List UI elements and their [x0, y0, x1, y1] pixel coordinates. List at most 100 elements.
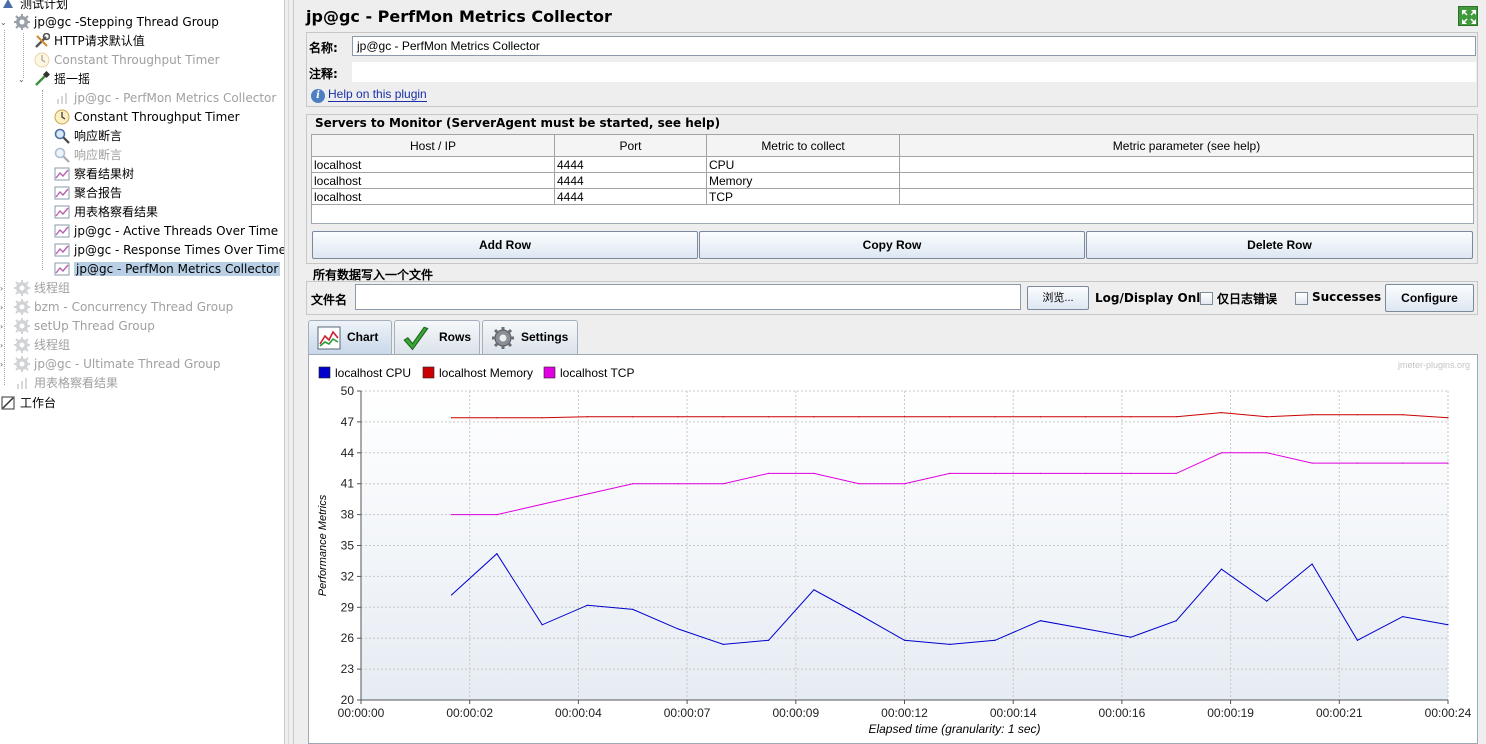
data-point [1266, 600, 1268, 602]
y-tick-label: 47 [341, 415, 355, 429]
comment-field[interactable] [352, 62, 1476, 82]
copy-row-button[interactable]: Copy Row [699, 231, 1085, 259]
test-plan-tree[interactable]: 测试计划 jp@gc -Stepping Thread Group ⌄ HTTP请求默… [0, 0, 284, 744]
tree-item[interactable]: jp@gc -Stepping Thread Group [14, 13, 219, 32]
metric-cell[interactable]: TCP [706, 188, 900, 205]
tree-expander-icon[interactable]: › [0, 361, 8, 369]
tree-item[interactable]: 聚合报告 [54, 184, 122, 203]
help-link[interactable]: Help on this plugin [328, 87, 427, 102]
legend-label: localhost Memory [439, 366, 533, 380]
host-cell[interactable]: localhost [311, 188, 555, 205]
metric-cell[interactable]: Memory [706, 172, 900, 189]
table-row[interactable]: localhost 4444 Memory [311, 172, 1474, 189]
column-header[interactable]: Port [554, 134, 707, 157]
data-point [496, 553, 498, 555]
host-cell[interactable]: localhost [311, 156, 555, 173]
port-cell[interactable]: 4444 [554, 172, 707, 189]
listener-icon [54, 223, 70, 239]
parameter-cell[interactable] [899, 172, 1474, 189]
tree-item-label: 线程组 [34, 338, 71, 352]
table-row[interactable]: localhost 4444 TCP [311, 188, 1474, 205]
tab-settings[interactable]: Settings [482, 320, 578, 354]
metric-cell[interactable]: CPU [706, 156, 900, 173]
name-field[interactable]: jp@gc - PerfMon Metrics Collector [352, 36, 1476, 56]
port-cell[interactable]: 4444 [554, 188, 707, 205]
data-point [813, 472, 815, 474]
tree-item-label: jp@gc - PerfMon Metrics Collector [74, 262, 281, 276]
data-point [1175, 472, 1177, 474]
tab-rows[interactable]: Rows [394, 320, 480, 354]
successes-label[interactable]: Successes [1312, 290, 1381, 304]
listener-icon [54, 261, 70, 277]
successes-checkbox[interactable] [1295, 292, 1308, 305]
tree-item[interactable]: 测试计划 [0, 0, 68, 14]
data-point [1402, 414, 1404, 416]
tree-item[interactable]: Constant Throughput Timer [34, 51, 220, 70]
tree-item[interactable]: jp@gc - Ultimate Thread Group [14, 355, 221, 374]
host-cell[interactable]: localhost [311, 172, 555, 189]
filename-input[interactable] [355, 284, 1021, 310]
browse-button[interactable]: 浏览... [1027, 286, 1089, 310]
tree-expander-icon[interactable]: › [0, 323, 8, 331]
tree-item[interactable]: jp@gc - PerfMon Metrics Collector [54, 89, 276, 108]
data-point [586, 493, 589, 495]
tree-item[interactable]: jp@gc - PerfMon Metrics Collector [54, 260, 281, 279]
tree-expander-icon[interactable]: › [0, 304, 8, 312]
tree-expander-icon[interactable]: › [0, 342, 8, 350]
tree-item[interactable]: bzm - Concurrency Thread Group [14, 298, 233, 317]
timer-icon [54, 109, 70, 125]
data-point [1447, 417, 1449, 419]
x-tick-label: 00:00:24 [1425, 706, 1472, 720]
configure-button[interactable]: Configure [1385, 284, 1474, 312]
legend-label: localhost TCP [560, 366, 634, 380]
listener-icon [54, 166, 70, 182]
column-header[interactable]: Metric parameter (see help) [899, 134, 1474, 157]
gear-icon [14, 13, 30, 30]
tree-item[interactable]: jp@gc - Active Threads Over Time [54, 222, 278, 241]
panel-splitter[interactable] [284, 0, 294, 744]
tree-expander-icon[interactable]: ⌄ [18, 76, 26, 84]
timer-icon [34, 52, 50, 68]
parameter-cell[interactable] [899, 156, 1474, 173]
tree-item[interactable]: 察看结果树 [54, 165, 134, 184]
servers-table[interactable]: Host / IP Port Metric to collect Metric … [311, 134, 1474, 224]
errors-only-label[interactable]: 仅日志错误 [1217, 290, 1277, 307]
errors-only-checkbox[interactable] [1200, 292, 1213, 305]
tree-item[interactable]: Constant Throughput Timer [54, 108, 240, 127]
data-point [1039, 472, 1041, 474]
tree-item-label: Constant Throughput Timer [74, 110, 240, 124]
tree-item[interactable]: 用表格察看结果 [14, 374, 118, 393]
tree-item[interactable]: jp@gc - Response Times Over Time [54, 241, 284, 260]
tree-expander-icon[interactable]: › [0, 285, 8, 293]
tree-item[interactable]: 用表格察看结果 [54, 203, 158, 222]
column-header[interactable]: Host / IP [311, 134, 555, 157]
column-header[interactable]: Metric to collect [706, 134, 900, 157]
add-row-button[interactable]: Add Row [312, 231, 698, 259]
parameter-cell[interactable] [899, 188, 1474, 205]
port-cell[interactable]: 4444 [554, 156, 707, 173]
data-point [1130, 636, 1132, 638]
tree-item[interactable]: setUp Thread Group [14, 317, 155, 336]
data-point [1356, 462, 1359, 464]
chart-icon [14, 375, 30, 391]
legend-swatch [543, 366, 556, 379]
data-point [1085, 628, 1087, 630]
tab-chart[interactable]: Chart [308, 320, 392, 354]
tree-item[interactable]: 响应断言 [54, 146, 122, 165]
tree-item-label: Constant Throughput Timer [54, 53, 220, 67]
tree-item[interactable]: 线程组 [14, 336, 70, 355]
tree-item[interactable]: 线程组 [14, 279, 70, 298]
tree-item[interactable]: 响应断言 [54, 127, 122, 146]
data-point [1266, 416, 1268, 418]
data-point [450, 594, 453, 596]
maximize-icon[interactable] [1458, 6, 1478, 26]
tree-item[interactable]: 摇一摇 [34, 70, 90, 89]
gear-icon [14, 279, 30, 296]
x-tick-label: 00:00:19 [1207, 706, 1254, 720]
tree-item[interactable]: 工作台 [0, 394, 56, 413]
table-row[interactable]: localhost 4444 CPU [311, 156, 1474, 173]
legend-swatch [318, 366, 331, 379]
tree-item[interactable]: HTTP请求默认值 [34, 32, 145, 51]
delete-row-button[interactable]: Delete Row [1086, 231, 1473, 259]
tree-expander-icon[interactable]: ⌄ [0, 19, 8, 27]
